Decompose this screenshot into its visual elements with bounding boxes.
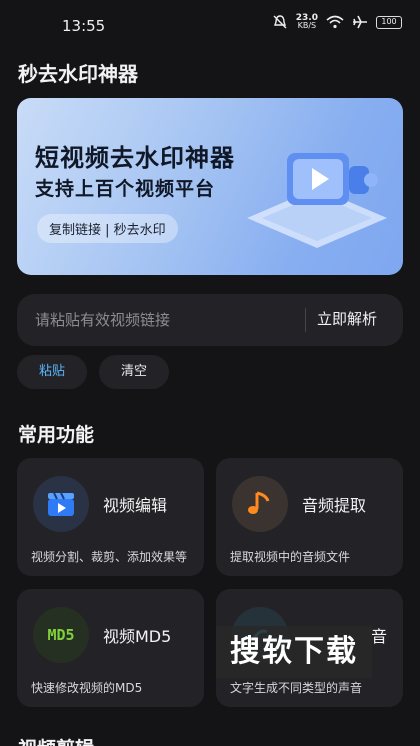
music-note-icon — [232, 476, 288, 532]
status-icons: 23.0 KB/S 100 — [272, 14, 402, 30]
feature-desc: 视频分割、裁剪、添加效果等 — [31, 550, 188, 564]
clapperboard-icon — [33, 476, 89, 532]
divider — [305, 308, 306, 332]
feature-name: 视频MD5 — [103, 627, 172, 646]
feature-name: 音 — [371, 627, 388, 646]
paste-button[interactable]: 粘贴 — [17, 355, 87, 389]
section-title-next: 视频剪辑 — [18, 734, 94, 746]
md5-icon-text: MD5 — [47, 626, 75, 644]
net-speed: 23.0 KB/S — [295, 13, 318, 30]
feature-desc: 提取视频中的音频文件 — [230, 550, 351, 564]
feature-name: 视频编辑 — [103, 496, 168, 515]
app-title: 秒去水印神器 — [18, 62, 138, 86]
section-title-common: 常用功能 — [18, 424, 95, 446]
mute-icon — [273, 15, 287, 29]
video-link-input[interactable] — [35, 308, 285, 332]
feature-card-audio-extract[interactable]: 音频提取 提取视频中的音频文件 — [216, 458, 403, 576]
feature-desc: 快速修改视频的MD5 — [31, 681, 143, 695]
md5-icon: MD5 — [33, 607, 89, 663]
banner-chip: 复制链接 | 秒去水印 — [37, 214, 178, 243]
feature-name: 音频提取 — [302, 496, 367, 515]
parse-button[interactable]: 立即解析 — [317, 308, 377, 329]
clear-button[interactable]: 清空 — [99, 355, 169, 389]
banner-headline: 短视频去水印神器 — [35, 144, 235, 172]
status-bar: 13:55 23.0 KB/S 100 — [0, 0, 420, 52]
airplane-icon — [353, 15, 367, 29]
url-input-row: 立即解析 — [17, 294, 403, 346]
feature-card-video-md5[interactable]: MD5 视频MD5 快速修改视频的MD5 — [17, 589, 204, 707]
banner-subline: 支持上百个视频平台 — [35, 178, 216, 200]
wifi-icon — [326, 15, 344, 29]
video-camera-illustration — [247, 153, 387, 248]
feature-card-video-edit[interactable]: 视频编辑 视频分割、裁剪、添加效果等 — [17, 458, 204, 576]
battery-icon: 100 — [376, 15, 402, 29]
feature-desc: 文字生成不同类型的声音 — [230, 681, 363, 695]
watermark-overlay: 搜软下载 — [216, 626, 372, 678]
promo-banner[interactable]: 短视频去水印神器 支持上百个视频平台 复制链接 | 秒去水印 — [17, 98, 403, 275]
status-time: 13:55 — [62, 17, 106, 35]
